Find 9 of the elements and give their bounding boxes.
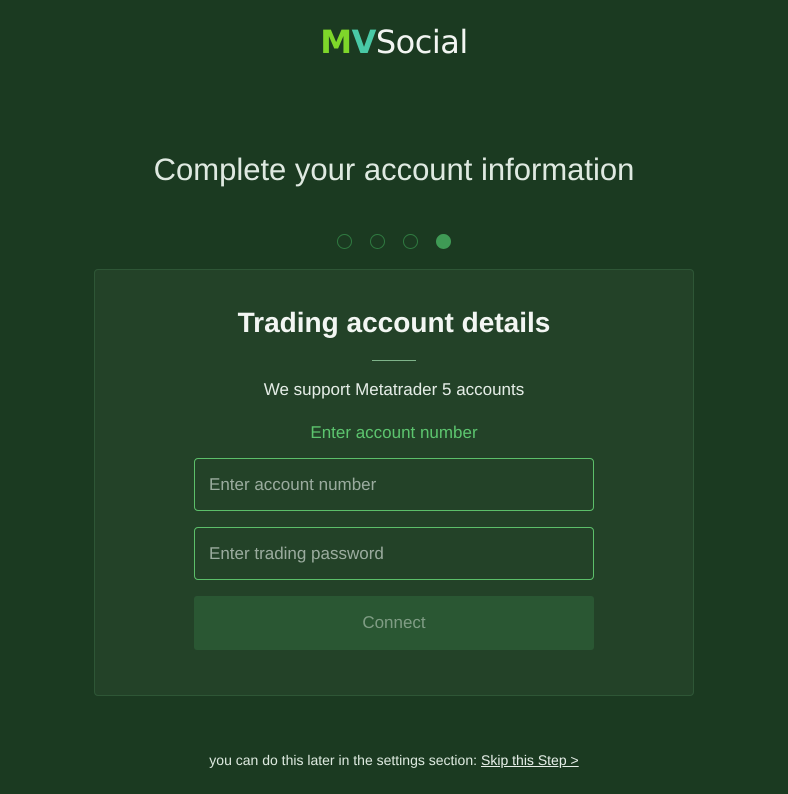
page-heading: Complete your account information [154,152,634,188]
password-field[interactable]: Enter trading password [194,527,594,580]
footer-note: you can do this later in the settings section: [209,751,478,770]
field-label: Enter account number [310,422,478,444]
skip-step-link[interactable]: Skip this Step > [481,750,579,771]
account-number-field[interactable]: Enter account number [194,458,594,511]
logo: MVSocial [320,24,468,62]
card-title: Trading account details [238,306,550,340]
support-note: We support Metatrader 5 accounts [264,379,524,401]
